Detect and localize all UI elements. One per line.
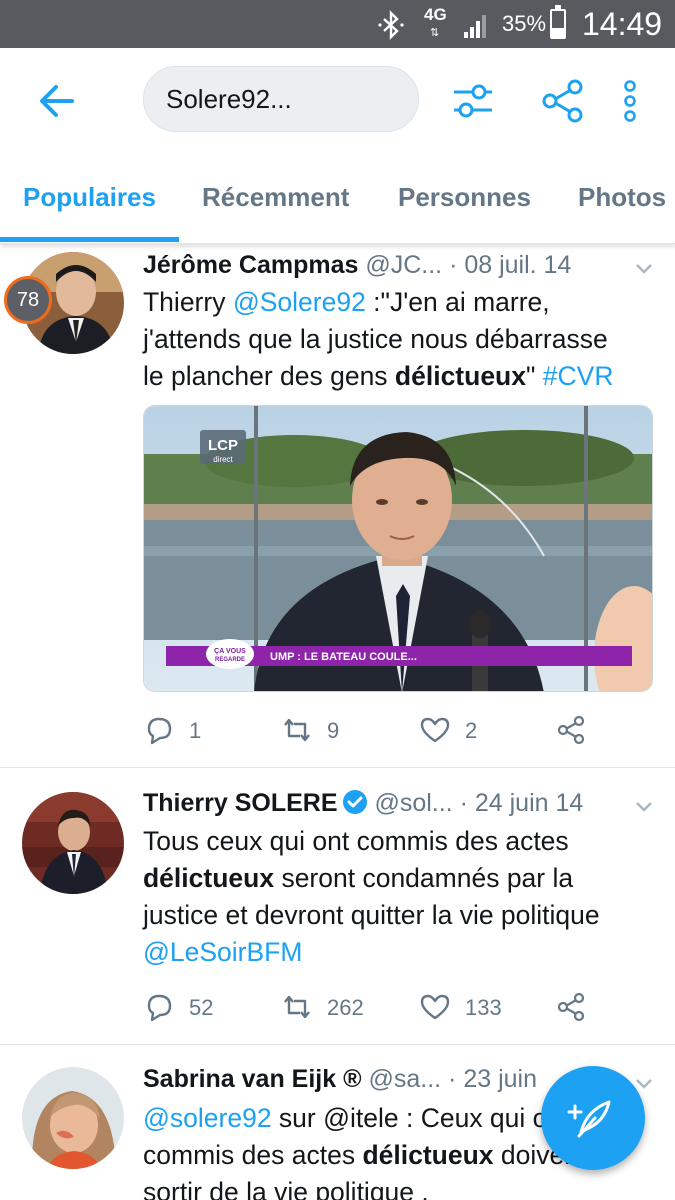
author-handle[interactable]: @sa...: [368, 1065, 441, 1093]
tweet-header: Sabrina van Eijk ® @sa... · 23 juin: [143, 1065, 537, 1094]
tab-recemment[interactable]: Récemment: [202, 182, 349, 213]
channel-logo: LCP: [208, 437, 238, 454]
tweet[interactable]: Jérôme Campmas @JC... · 08 juil. 14 Thie…: [0, 244, 675, 768]
avatar[interactable]: [22, 1067, 124, 1169]
battery-icon: [550, 5, 566, 39]
rank-badge: 78: [4, 276, 52, 324]
mention-link[interactable]: @LeSoirBFM: [143, 937, 302, 967]
active-tab-indicator: [0, 237, 179, 242]
reply-icon: [147, 717, 172, 745]
author-name[interactable]: Thierry SOLERE: [143, 789, 338, 817]
heart-icon: [420, 994, 450, 1020]
chevron-down-icon[interactable]: [632, 256, 656, 280]
verified-badge-icon: [342, 790, 367, 814]
filter-icon[interactable]: [450, 78, 496, 124]
tweet-date: · 24 juin 14: [459, 789, 584, 817]
status-bar: 4G ⇅ 35% 14:49: [0, 0, 675, 48]
hashtag-link[interactable]: #CVR: [543, 361, 614, 391]
tweet-date: · 08 juil. 14: [449, 251, 572, 279]
compose-feather-icon: [567, 1100, 611, 1138]
retweet-icon: [284, 995, 310, 1019]
tweet-actions: 1 9 2: [143, 710, 653, 750]
tweet[interactable]: Thierry SOLERE @sol... · 24 juin 14 Tous…: [0, 768, 675, 1045]
signal-icon: [464, 15, 486, 38]
network-type: 4G: [424, 5, 447, 24]
data-arrows-icon: ⇅: [430, 27, 440, 39]
tweet-media-image[interactable]: LCP direct ÇA VOUS REGARDE UMP : LE BATE…: [143, 405, 653, 692]
author-handle[interactable]: @JC...: [365, 251, 442, 279]
tab-populaires[interactable]: Populaires: [23, 182, 156, 213]
reply-count: 52: [189, 995, 214, 1020]
heart-icon: [420, 717, 450, 743]
back-arrow-icon[interactable]: [34, 78, 80, 124]
retweet-icon: [284, 718, 310, 742]
like-count: 2: [465, 718, 478, 743]
compose-tweet-button[interactable]: [541, 1066, 645, 1170]
like-count: 133: [465, 995, 502, 1020]
tweet-text: Tous ceux qui ont commis des actes délic…: [143, 826, 600, 967]
reply-icon: [147, 994, 172, 1022]
share-icon: [557, 992, 585, 1022]
share-icon[interactable]: [540, 78, 586, 124]
bluetooth-icon: [378, 10, 404, 40]
author-name[interactable]: Sabrina van Eijk ®: [143, 1065, 362, 1093]
news-banner-text: UMP : LE BATEAU COULE...: [270, 651, 417, 663]
chevron-down-icon[interactable]: [632, 794, 656, 818]
more-vertical-icon[interactable]: [607, 78, 653, 124]
top-bar: Solere92...: [0, 48, 675, 158]
tweet-text: Thierry @Solere92 :"J'en ai marre, j'att…: [143, 287, 614, 391]
retweet-count: 9: [327, 718, 340, 743]
mention-link[interactable]: @solere92: [143, 1103, 272, 1133]
share-icon: [557, 715, 585, 745]
reply-count: 1: [189, 718, 202, 743]
battery-percent: 35%: [502, 11, 547, 36]
tab-personnes[interactable]: Personnes: [398, 182, 531, 213]
tab-photos[interactable]: Photos: [578, 182, 666, 213]
tweet-actions: 52 262 133: [143, 987, 653, 1027]
search-tabs: Populaires Récemment Personnes Photos: [0, 158, 675, 244]
author-handle[interactable]: @sol...: [374, 789, 452, 817]
tweet-header: Thierry SOLERE @sol... · 24 juin 14: [143, 789, 583, 818]
author-name[interactable]: Jérôme Campmas: [143, 251, 358, 279]
tweet-date: · 23 juin: [448, 1065, 537, 1093]
mention-link[interactable]: @Solere92: [233, 287, 366, 317]
channel-sub: direct: [213, 455, 233, 464]
show-logo: ÇA VOUS: [214, 648, 246, 655]
show-logo-sub: REGARDE: [215, 657, 245, 663]
clock: 14:49: [582, 6, 663, 42]
avatar[interactable]: [22, 792, 124, 894]
retweet-count: 262: [327, 995, 364, 1020]
tweet-header: Jérôme Campmas @JC... · 08 juil. 14: [143, 251, 571, 280]
search-input[interactable]: Solere92...: [143, 66, 419, 132]
